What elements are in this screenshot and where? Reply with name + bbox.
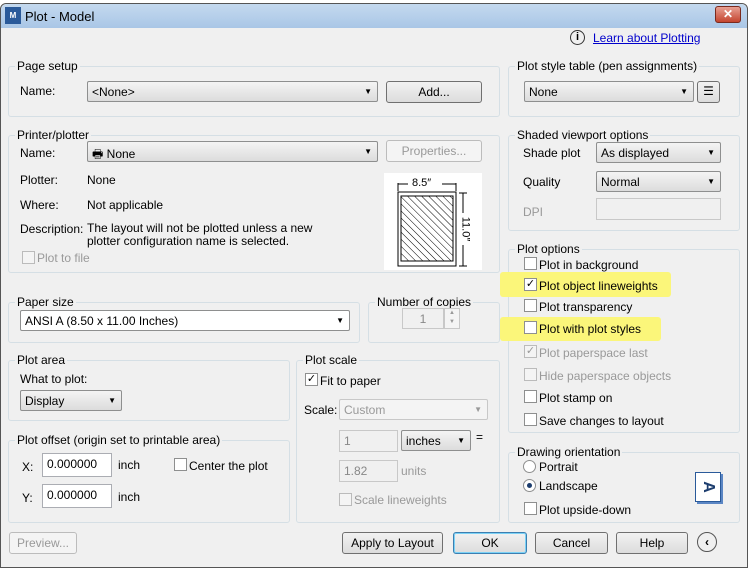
y-unit-label: inch bbox=[118, 490, 141, 504]
help-button[interactable]: Help bbox=[616, 532, 688, 554]
portrait-label: Portrait bbox=[539, 460, 578, 474]
plot-option-checkbox[interactable] bbox=[524, 413, 537, 426]
y-offset-input[interactable]: 0.000000 bbox=[42, 484, 112, 508]
paper-size-legend: Paper size bbox=[15, 295, 76, 309]
quality-combo[interactable]: Normal bbox=[596, 171, 721, 192]
orientation-icon-letter: A bbox=[700, 481, 717, 493]
description-value: The layout will not be plotted unless a … bbox=[87, 221, 313, 248]
plot-option-label: Plot paperspace last bbox=[539, 346, 648, 360]
page-setup-name-label: Name: bbox=[20, 84, 56, 98]
fit-to-paper-checkbox[interactable]: ✓ bbox=[305, 373, 318, 386]
title-bar: M Plot - Model ✕ bbox=[1, 4, 747, 28]
description-label: Description: bbox=[20, 222, 84, 236]
add-button[interactable]: Add... bbox=[386, 81, 482, 103]
printer-legend: Printer/plotter bbox=[15, 128, 92, 142]
plot-option-checkbox[interactable] bbox=[524, 257, 537, 270]
plot-option-checkbox[interactable] bbox=[524, 321, 537, 334]
plot-scale-legend: Plot scale bbox=[303, 353, 360, 367]
scale-numerator-input[interactable]: 1 bbox=[339, 430, 398, 452]
properties-button[interactable]: Properties... bbox=[386, 140, 482, 162]
landscape-label: Landscape bbox=[539, 479, 598, 493]
equals-label: = bbox=[476, 430, 484, 444]
copies-legend: Number of copies bbox=[375, 295, 474, 309]
where-value: Not applicable bbox=[87, 198, 164, 212]
plot-offset-legend: Plot offset (origin set to printable are… bbox=[15, 433, 223, 447]
cancel-button[interactable]: Cancel bbox=[535, 532, 608, 554]
printer-name-combo[interactable]: 🖶 None bbox=[87, 141, 378, 162]
center-plot-checkbox[interactable] bbox=[174, 458, 187, 471]
what-to-plot-label: What to plot: bbox=[20, 372, 88, 386]
units-label: units bbox=[401, 464, 427, 478]
plot-style-table-legend: Plot style table (pen assignments) bbox=[515, 59, 700, 73]
plot-area-legend: Plot area bbox=[15, 353, 68, 367]
shade-plot-label: Shade plot bbox=[523, 146, 581, 160]
plot-option-checkbox[interactable] bbox=[524, 299, 537, 312]
plot-option-checkbox[interactable]: ✓ bbox=[524, 345, 537, 358]
close-button[interactable]: ✕ bbox=[715, 6, 741, 23]
x-unit-label: inch bbox=[118, 458, 141, 472]
fit-to-paper-label: Fit to paper bbox=[320, 374, 381, 388]
plot-option-checkbox[interactable] bbox=[524, 390, 537, 403]
collapse-options-button[interactable]: ‹ bbox=[697, 532, 717, 552]
plot-option-label: Plot stamp on bbox=[539, 391, 613, 405]
plot-option-label: Plot with plot styles bbox=[539, 322, 642, 336]
apply-to-layout-button[interactable]: Apply to Layout bbox=[342, 532, 443, 554]
paper-preview: 8.5″ 11.0″ bbox=[384, 173, 482, 270]
upside-down-checkbox[interactable] bbox=[524, 502, 537, 515]
copies-spinner[interactable]: ▲ ▼ bbox=[444, 308, 460, 329]
plot-style-table-combo[interactable]: None bbox=[524, 81, 694, 102]
portrait-radio[interactable] bbox=[523, 460, 536, 473]
dpi-input[interactable] bbox=[596, 198, 721, 220]
plot-option-label: Plot transparency bbox=[539, 300, 633, 314]
orientation-legend: Drawing orientation bbox=[515, 445, 623, 459]
where-label: Where: bbox=[20, 198, 59, 212]
scale-lineweights-label: Scale lineweights bbox=[354, 493, 447, 507]
scale-label: Scale: bbox=[304, 403, 338, 417]
shaded-legend: Shaded viewport options bbox=[515, 128, 651, 142]
landscape-orientation-icon: A bbox=[695, 472, 721, 502]
center-plot-label: Center the plot bbox=[189, 459, 268, 473]
plot-to-file-checkbox[interactable] bbox=[22, 251, 35, 264]
learn-about-plotting-link[interactable]: Learn about Plotting bbox=[593, 31, 700, 45]
what-to-plot-combo[interactable]: Display bbox=[20, 390, 122, 411]
page-setup-legend: Page setup bbox=[15, 59, 80, 73]
preview-height-label: 11.0″ bbox=[459, 216, 472, 242]
scale-denominator-input[interactable]: 1.82 bbox=[339, 460, 398, 482]
plot-option-label: Hide paperspace objects bbox=[539, 369, 672, 383]
paper-size-combo[interactable]: ANSI A (8.50 x 11.00 Inches) bbox=[20, 310, 350, 331]
dpi-label: DPI bbox=[523, 205, 544, 219]
plotter-value: None bbox=[87, 173, 116, 187]
printer-name-value: None bbox=[106, 147, 136, 161]
edit-plot-style-button[interactable]: ☰ bbox=[697, 81, 720, 103]
ok-button[interactable]: OK bbox=[453, 532, 527, 554]
plot-to-file-label: Plot to file bbox=[37, 251, 90, 265]
shade-plot-combo[interactable]: As displayed bbox=[596, 142, 721, 163]
scale-unit-combo[interactable]: inches bbox=[401, 430, 471, 451]
landscape-radio[interactable] bbox=[523, 479, 536, 492]
page-setup-name-combo[interactable]: <None> bbox=[87, 81, 378, 102]
x-offset-input[interactable]: 0.000000 bbox=[42, 453, 112, 477]
plot-option-label: Save changes to layout bbox=[539, 414, 664, 428]
scale-lineweights-checkbox[interactable] bbox=[339, 493, 352, 506]
y-offset-label: Y: bbox=[22, 491, 33, 505]
quality-label: Quality bbox=[523, 175, 561, 189]
info-icon: i bbox=[570, 30, 585, 45]
printer-name-label: Name: bbox=[20, 146, 56, 160]
plot-option-label: Plot object lineweights bbox=[539, 279, 658, 293]
preview-button[interactable]: Preview... bbox=[9, 532, 77, 554]
app-icon: M bbox=[5, 7, 21, 24]
plot-option-label: Plot in background bbox=[539, 258, 639, 272]
x-offset-label: X: bbox=[22, 460, 34, 474]
copies-input[interactable]: 1 bbox=[402, 308, 444, 329]
plot-option-checkbox[interactable]: ✓ bbox=[524, 278, 537, 291]
plot-option-checkbox[interactable] bbox=[524, 368, 537, 381]
upside-down-label: Plot upside-down bbox=[539, 503, 632, 517]
printer-icon: 🖶 bbox=[92, 147, 107, 161]
scale-combo[interactable]: Custom bbox=[339, 399, 488, 420]
preview-width-label: 8.5″ bbox=[412, 177, 432, 189]
plotter-label: Plotter: bbox=[20, 173, 59, 187]
plot-options-legend: Plot options bbox=[515, 242, 582, 256]
window-title: Plot - Model bbox=[25, 9, 95, 24]
